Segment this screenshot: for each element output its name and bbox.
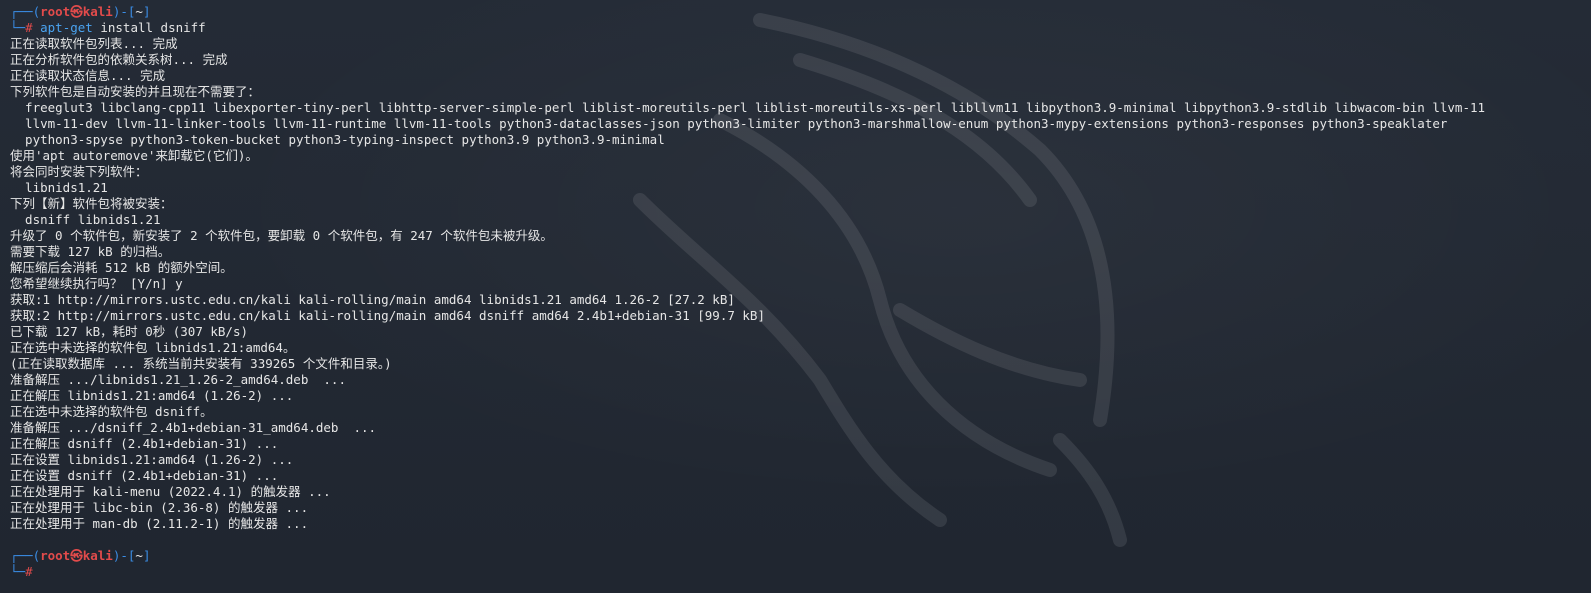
prompt-frame-close: ] [142,548,151,563]
prompt-frame-open: ┌──( [10,548,41,563]
output-line: 正在设置 libnids1.21:amd64 (1.26-2) ... [10,452,294,467]
prompt-user: root [40,548,71,563]
output-line: 下列软件包是自动安装的并且现在不需要了： [10,84,261,99]
output-line: libnids1.21 [10,180,108,195]
output-line: 获取:2 http://mirrors.ustc.edu.cn/kali kal… [10,308,765,323]
command-line: └─# apt-get install dsniff [10,20,1583,36]
prompt-frame-open: ┌──( [10,4,41,19]
terminal-window[interactable]: ┌──(root㉿kali)-[~] └─# apt-get install d… [10,4,1583,593]
output-line: 正在处理用于 libc-bin (2.36-8) 的触发器 ... [10,500,309,515]
prompt-top-line: ┌──(root㉿kali)-[~] [10,4,1583,20]
prompt-frame-bottom: └─ [10,564,26,579]
prompt-top-line: ┌──(root㉿kali)-[~] [10,548,1583,564]
output-line: llvm-11-dev llvm-11-linker-tools llvm-11… [10,116,1448,131]
prompt-path: ~ [135,548,143,563]
prompt-frame-bottom: └─ [10,20,26,35]
prompt-frame-close: ] [142,4,151,19]
output-line: freeglut3 libclang-cpp11 libexporter-tin… [10,100,1486,115]
output-line: 解压缩后会消耗 512 kB 的额外空间。 [10,260,233,275]
prompt-frame-mid: )-[ [112,4,136,19]
output-line: 正在解压 dsniff (2.4b1+debian-31) ... [10,436,279,451]
output-line: 正在选中未选择的软件包 libnids1.21:amd64。 [10,340,296,355]
prompt-host: kali [82,4,113,19]
prompt-frame-mid: )-[ [112,548,136,563]
command-args: install dsniff [92,20,206,35]
output-line: 准备解压 .../dsniff_2.4b1+debian-31_amd64.de… [10,420,377,435]
output-line: 正在处理用于 man-db (2.11.2-1) 的触发器 ... [10,516,309,531]
prompt-at-symbol: ㉿ [70,548,83,563]
prompt-hash-symbol: # [25,564,33,579]
output-line: 正在解压 libnids1.21:amd64 (1.26-2) ... [10,388,294,403]
prompt-at-symbol: ㉿ [70,4,83,19]
output-line: 需要下载 127 kB 的归档。 [10,244,171,259]
prompt-host: kali [82,548,113,563]
output-line: 获取:1 http://mirrors.ustc.edu.cn/kali kal… [10,292,735,307]
output-line: 已下载 127 kB，耗时 0秒 (307 kB/s) [10,324,249,339]
output-line: 升级了 0 个软件包，新安装了 2 个软件包，要卸载 0 个软件包，有 247 … [10,228,553,243]
command-name: apt-get [40,20,93,35]
output-line: 正在读取软件包列表... 完成 [10,36,178,51]
output-line: python3-spyse python3-token-bucket pytho… [10,132,665,147]
output-line: 您希望继续执行吗？ [Y/n] y [10,276,183,291]
output-line: 准备解压 .../libnids1.21_1.26-2_amd64.deb ..… [10,372,346,387]
output-line: 正在选中未选择的软件包 dsniff。 [10,404,213,419]
prompt-path: ~ [135,4,143,19]
output-line: 使用'apt autoremove'来卸载它(它们)。 [10,148,258,163]
output-line: dsniff libnids1.21 [10,212,161,227]
output-line: 下列【新】软件包将被安装： [10,196,173,211]
output-line: (正在读取数据库 ... 系统当前共安装有 339265 个文件和目录。) [10,356,392,371]
output-line: 将会同时安装下列软件： [10,164,148,179]
prompt-hash-symbol: # [25,20,33,35]
output-line: 正在分析软件包的依赖关系树... 完成 [10,52,228,67]
prompt-user: root [40,4,71,19]
active-command-line[interactable]: └─# [10,564,1583,580]
output-line: 正在设置 dsniff (2.4b1+debian-31) ... [10,468,279,483]
output-line: 正在处理用于 kali-menu (2022.4.1) 的触发器 ... [10,484,331,499]
output-line: 正在读取状态信息... 完成 [10,68,166,83]
